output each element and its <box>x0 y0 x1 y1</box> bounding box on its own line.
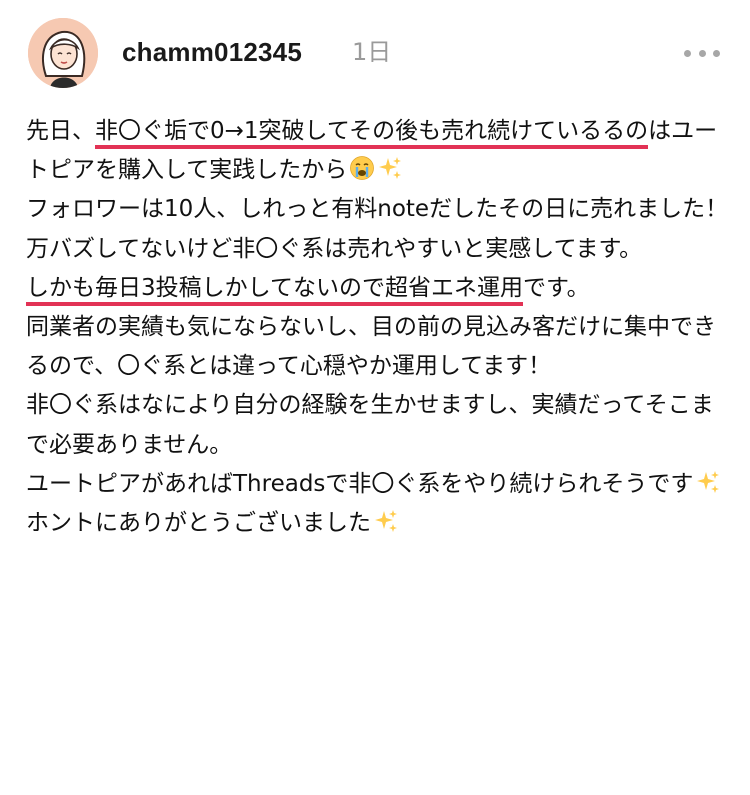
text: ユートピアがあればThreadsで非〇ぐ系をやり続けられそうです <box>26 470 694 497</box>
highlighted-text: 非〇ぐ垢で0→1突破してその後も売れ続けている <box>95 118 603 149</box>
post-header: chamm012345 1日 <box>28 18 728 92</box>
more-dot <box>713 49 720 57</box>
crying-face-emoji <box>350 156 375 181</box>
sparkles-emoji <box>375 510 397 533</box>
post-time: 1日 <box>352 38 392 66</box>
avatar[interactable] <box>28 18 98 88</box>
text-prefix: 先日、 <box>26 118 95 144</box>
paragraph-8: ホントにありがとうございました <box>26 504 732 543</box>
post-body: 先日、非〇ぐ垢で0→1突破してその後も売れ続けているるのはユートピアを購入して実… <box>26 112 732 543</box>
text: ホントにありがとうございました <box>26 510 371 537</box>
sparkles-emoji <box>379 157 402 180</box>
more-dot <box>698 49 706 57</box>
sparkles-emoji <box>697 470 720 493</box>
paragraph-5: 同業者の実績も気にならないし、目の前の見込み客だけに集中できるので、〇ぐ系とは違… <box>26 314 716 380</box>
highlighted-text-tail: るの <box>602 118 649 149</box>
username[interactable]: chamm012345 <box>122 35 302 69</box>
paragraph-7: ユートピアがあればThreadsで非〇ぐ系をやり続けられそうです <box>26 465 732 504</box>
thread-post: chamm012345 1日 先日、非〇ぐ垢で0→1突破してその後も売れ続けてい… <box>0 0 750 795</box>
paragraph-4: しかも毎日3投稿しかしてないので超省エネ運用です。 <box>26 269 732 308</box>
text-rest: です。 <box>522 274 590 301</box>
more-horizontal-icon[interactable] <box>684 48 720 58</box>
paragraph-1: 先日、非〇ぐ垢で0→1突破してその後も売れ続けているるのはユートピアを購入して実… <box>26 112 732 190</box>
more-dot <box>684 49 691 57</box>
paragraph-6: 非〇ぐ系はなにより自分の経験を生かせますし、実績だってそこまで必要ありません。 <box>26 392 714 458</box>
paragraph-2: フォロワーは10人、しれっと有料noteだしたその日に売れました！ <box>26 196 729 223</box>
highlighted-text: しかも毎日3投稿しかしてないので超省エネ運用 <box>26 274 523 306</box>
avatar-illustration <box>28 18 98 88</box>
paragraph-3: 万バズしてないけど非〇ぐ系は売れやすいと実感してます。 <box>26 235 643 262</box>
